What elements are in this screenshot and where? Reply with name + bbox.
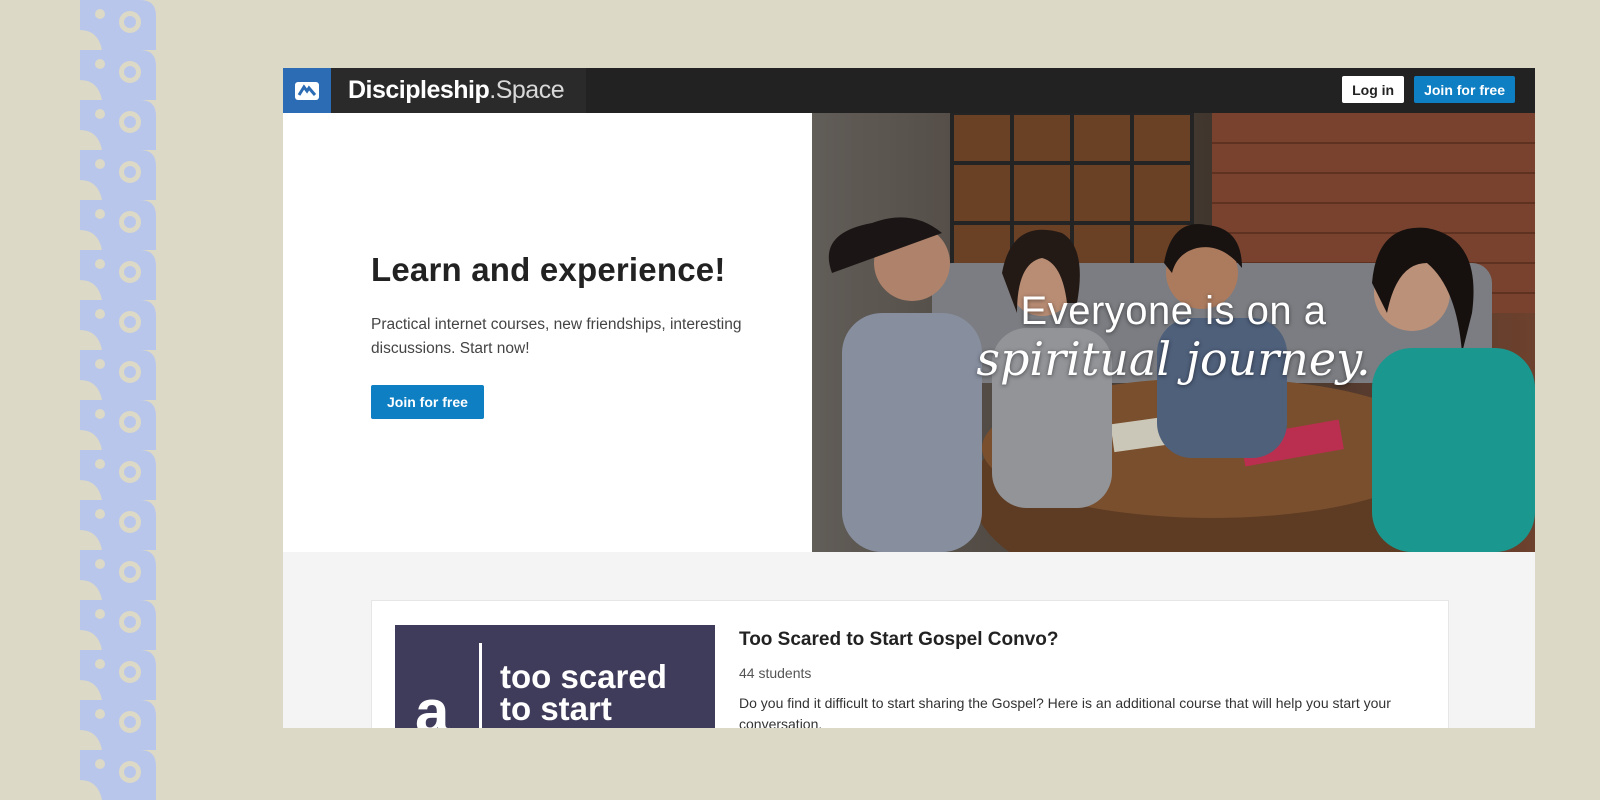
brand-bold-text: Discipleship	[348, 76, 490, 104]
decorative-pattern	[80, 0, 156, 800]
caption-line-1: Everyone is on a	[1020, 289, 1327, 333]
course-thumbnail[interactable]: a too scared to start	[395, 625, 715, 728]
join-free-header-button[interactable]: Join for free	[1414, 76, 1515, 103]
thumbnail-text-line-1: too scared	[500, 658, 667, 695]
course-title[interactable]: Too Scared to Start Gospel Convo?	[739, 629, 1399, 651]
course-student-count: 44 students	[739, 665, 812, 681]
hero-section: Learn and experience! Practical internet…	[283, 113, 1535, 552]
course-card[interactable]: a too scared to start Too Scared to Star…	[371, 600, 1449, 728]
top-navigation-bar: Discipleship .Space Log in Join for free	[283, 68, 1535, 113]
thumbnail-divider	[479, 643, 482, 728]
login-button[interactable]: Log in	[1342, 76, 1405, 103]
caption-line-2: spiritual journey.	[976, 332, 1371, 386]
hero-title: Learn and experience!	[371, 251, 726, 288]
hero-image-caption: Everyone is on a spiritual journey.	[812, 289, 1535, 386]
thumbnail-text: too scared to start	[500, 658, 667, 727]
hero-description: Practical internet courses, new friendsh…	[371, 316, 742, 357]
website-frame: Discipleship .Space Log in Join for free …	[283, 68, 1535, 728]
courses-section: a too scared to start Too Scared to Star…	[283, 552, 1535, 728]
join-free-hero-button[interactable]: Join for free	[371, 385, 484, 419]
discipleship-logo-icon	[295, 81, 319, 100]
thumbnail-text-line-2: to start	[500, 690, 612, 727]
hero-content: Learn and experience! Practical internet…	[283, 113, 812, 552]
logo-button[interactable]	[283, 68, 331, 113]
brand-name[interactable]: Discipleship .Space	[331, 68, 587, 113]
hero-image: Everyone is on a spiritual journey.	[812, 113, 1535, 552]
course-info: Too Scared to Start Gospel Convo? 44 stu…	[715, 625, 1399, 728]
brand-light-text: .Space	[489, 76, 565, 104]
header-actions: Log in Join for free	[1342, 76, 1515, 103]
thumbnail-letter: a	[415, 678, 450, 728]
course-description: Do you find it difficult to start sharin…	[739, 695, 1391, 728]
